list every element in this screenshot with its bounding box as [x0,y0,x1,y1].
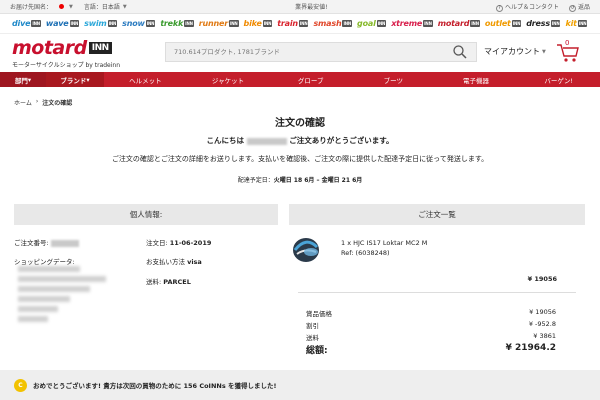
order-date-row: 注文日: 11-06-2019 [146,239,212,247]
logo-subtitle: モーターサイクルショップ by tradeinn [12,62,121,69]
shop-link-kit[interactable]: kit INN [565,19,588,28]
discount-row: 割引 ¥ -952.8 [306,320,556,330]
shop-link-train[interactable]: train INN [277,19,309,28]
shop-link-swim[interactable]: swim INN [84,19,118,28]
order-list-heading: ご注文一覧 [289,204,585,225]
search-input[interactable] [174,48,452,56]
shop-link-dive[interactable]: dive INN [12,19,41,28]
product-ref: Ref: (6038248) [341,249,390,257]
shop-link-xtreme[interactable]: xtreme INN [391,19,433,28]
nav-item-3[interactable]: ジャケット [187,75,270,85]
shop-link-runner[interactable]: runner INN [199,19,239,28]
redacted-address-line [18,316,48,322]
redacted-address-line [18,286,90,292]
language-selector[interactable]: 言語：日本語 [84,2,120,11]
order-line-item: 1 x HJC IS17 Loktar MC2 M Ref: (6038248)… [289,232,585,287]
redacted-address-line [18,266,80,272]
chevron-down-icon: ▾ [86,75,90,84]
shop-link-smash[interactable]: smash INN [313,19,353,28]
shop-link-outlet[interactable]: outlet INN [485,19,522,28]
coin-icon: C [14,378,27,392]
shipping-method-row: 送料: PARCEL [146,278,191,286]
shop-link-wave[interactable]: wave INN [46,19,80,28]
cart-count: 0 [565,39,570,47]
delivery-estimate: 配達予定日：火曜日 18 6月 – 金曜日 21 6月 [237,177,363,184]
product-name[interactable]: 1 x HJC IS17 Loktar MC2 M [341,239,427,247]
breadcrumb-separator: › [35,98,39,105]
chevron-down-icon[interactable]: ▼ [69,4,73,10]
shop-network-strip: dive INN wave INN swim INN snow INN trekk INN runn… [0,14,600,34]
breadcrumb-home[interactable]: ホーム [14,98,32,107]
main-nav: 部門 ▾ ブランド ▾ ヘルメット ジャケット グローブ ブーツ 電子機器 バーゲン! [0,72,600,87]
chevron-down-icon[interactable]: ▼ [123,4,127,10]
total-row: 総額: ¥ 21964.2 [306,343,556,356]
cart-button[interactable]: 0 [556,39,580,63]
redacted-order-number [50,239,79,247]
shipping-data-label: ショッピングデータ: [14,258,75,266]
promo-text: 業界最安値! [295,4,328,11]
redacted-address-line [18,296,70,302]
help-link[interactable]: ? ヘルプ＆コンタクト [495,2,559,12]
account-label: マイアカウント [484,47,540,56]
redacted-name [246,137,287,145]
shop-link-motard[interactable]: motard INN [438,19,480,28]
nav-item-5[interactable]: ブーツ [352,75,435,85]
nav-item-4[interactable]: グローブ [269,75,352,85]
help-icon: ? [495,4,503,12]
search-bar[interactable] [165,42,477,62]
nav-item-1[interactable]: ブランド ▾ [46,72,104,87]
shop-link-dress[interactable]: dress INN [526,19,561,28]
account-menu[interactable]: マイアカウント ▼ [484,46,546,57]
product-price: ¥ 19056 [527,275,557,283]
search-icon[interactable] [452,44,468,60]
payment-method-row: お支払い方法 visa [146,258,202,266]
top-utility-bar: お届け先国名： ▼ 言語：日本語 ▼ 業界最安値! ? ヘルプ＆コンタクト ↺ 返品 [0,0,600,14]
returns-link[interactable]: ↺ 返品 [568,2,590,12]
personal-info-heading: 個人情報: [14,204,278,225]
chevron-down-icon: ▼ [542,48,546,55]
redacted-address-line [18,306,58,312]
greeting: こんにちは ご注文ありがとうございます。 [206,136,394,145]
redacted-address-line [18,276,106,282]
country-flag-icon[interactable] [59,4,65,9]
nav-item-7[interactable]: バーゲン! [517,75,600,85]
breadcrumb-current: 注文の確認 [42,100,73,107]
chevron-down-icon: ▾ [27,75,32,84]
shop-link-goal[interactable]: goal INN [357,19,387,28]
motardinn-logo[interactable]: motard INN モーターサイクルショップ by tradeinn [12,37,162,69]
shop-link-bike[interactable]: bike INN [244,19,273,28]
nav-item-6[interactable]: 電子機器 [435,75,518,85]
breadcrumb: ホーム › 注文の確認 [14,98,72,107]
confirmation-info-text: ご注文の確認とご注文の詳細をお送りします。支払いを確認後、ご注文の際に提供した配… [111,155,489,163]
coinns-message: おめでとうございます! 貴方は次回の買物のために 156 CoINNs を獲得し… [33,382,277,390]
divider [298,292,576,293]
ship-country-label: お届け先国名： [10,4,53,11]
nav-item-0[interactable]: 部門 ▾ [0,72,46,87]
helmet-product-image[interactable] [289,232,323,266]
page-title: 注文の確認 [275,118,325,129]
nav-item-2[interactable]: ヘルメット [104,75,187,85]
shop-link-snow[interactable]: snow INN [122,19,156,28]
site-header: motardINN モーターサイクルショップ by tradeinn マイアカウ… [0,34,600,72]
shop-link-trekk[interactable]: trekk INN [160,19,194,28]
coinns-banner: C おめでとうございます! 貴方は次回の買物のために 156 CoINNs を獲… [0,370,600,400]
returns-icon: ↺ [568,4,576,12]
subtotal-row: 賞品価格 ¥ 19056 [306,308,556,318]
order-number-row: ご注文番号: [14,237,79,247]
shipping-cost-row: 送料 ¥ 3861 [306,332,556,342]
